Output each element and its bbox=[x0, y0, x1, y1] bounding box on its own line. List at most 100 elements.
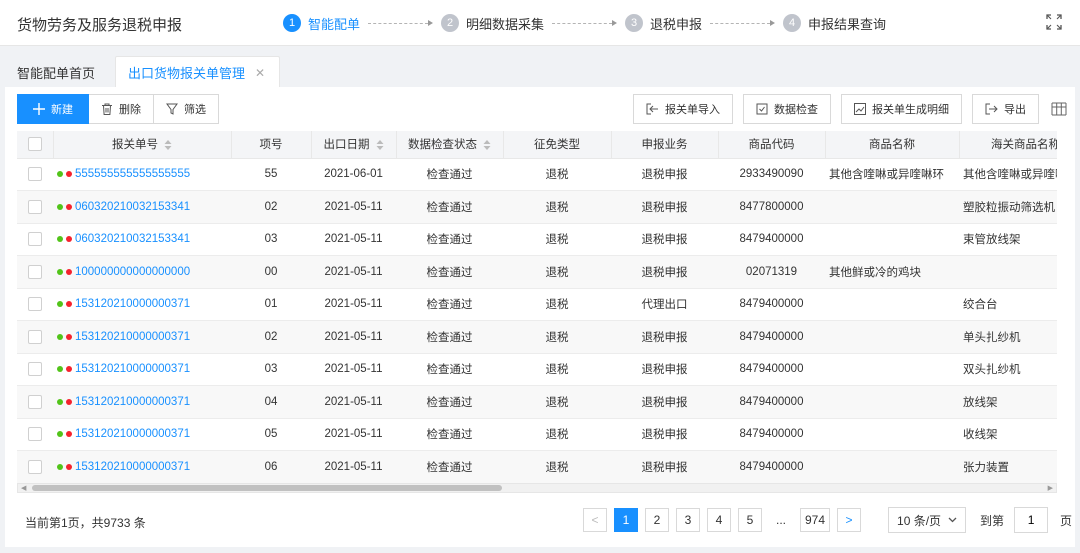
table-row[interactable]: 060320210032153341 02 2021-05-11 检查通过 退税 退税申报… bbox=[17, 190, 1057, 224]
horizontal-scrollbar[interactable]: ◀ ▶ bbox=[17, 483, 1057, 493]
tab-customs-declaration[interactable]: 出口货物报关单管理 ✕ bbox=[115, 56, 280, 88]
row-checkbox[interactable] bbox=[28, 427, 42, 442]
table-row[interactable]: 153120210000000371 03 2021-05-11 检查通过 退税 退税申报… bbox=[17, 353, 1057, 386]
declaration-link[interactable]: 153120210000000371 bbox=[75, 428, 190, 440]
expand-icon[interactable] bbox=[1046, 14, 1062, 30]
import-button[interactable]: 报关单导入 bbox=[633, 94, 733, 124]
page-4[interactable]: 4 bbox=[707, 508, 731, 532]
data-check-button[interactable]: 数据检查 bbox=[743, 94, 831, 124]
declaration-link[interactable]: 153120210000000371 bbox=[75, 461, 190, 473]
next-page-button[interactable]: > bbox=[837, 508, 862, 532]
plus-icon bbox=[33, 103, 45, 115]
cell-export-date: 2021-06-01 bbox=[311, 158, 396, 191]
data-check-button-label: 数据检查 bbox=[774, 104, 818, 116]
page-size-select[interactable]: 10 条/页 bbox=[888, 507, 967, 533]
scroll-right-icon[interactable]: ▶ bbox=[1048, 485, 1053, 493]
col-export-date[interactable]: 出口日期 bbox=[311, 131, 397, 159]
export-button[interactable]: 导出 bbox=[972, 94, 1039, 124]
row-checkbox[interactable] bbox=[28, 394, 42, 409]
col-check-status[interactable]: 数据检查状态 bbox=[396, 131, 504, 159]
step-3[interactable]: 3 退税申报 bbox=[625, 14, 702, 33]
filter-button[interactable]: 筛选 bbox=[154, 94, 219, 124]
declaration-link[interactable]: 060320210032153341 bbox=[75, 201, 190, 213]
sort-icon[interactable] bbox=[376, 140, 384, 151]
row-checkbox[interactable] bbox=[28, 264, 42, 279]
cell-declare-business: 退税申报 bbox=[611, 450, 718, 484]
declaration-link[interactable]: 153120210000000371 bbox=[75, 298, 190, 310]
step-2-label: 明细数据采集 bbox=[466, 16, 545, 32]
row-checkbox[interactable] bbox=[28, 459, 42, 474]
select-all-checkbox[interactable] bbox=[27, 137, 42, 152]
close-icon[interactable]: ✕ bbox=[255, 66, 265, 80]
export-button-label: 导出 bbox=[1004, 104, 1026, 116]
page-5[interactable]: 5 bbox=[738, 508, 762, 532]
cell-check-status: 检查通过 bbox=[396, 158, 503, 191]
new-button[interactable]: 新建 bbox=[17, 94, 89, 124]
column-settings-icon[interactable] bbox=[1051, 101, 1067, 117]
cell-exemption-type: 退税 bbox=[503, 385, 611, 419]
row-checkbox[interactable] bbox=[28, 199, 42, 214]
cell-declaration-no: 153120210000000371 bbox=[53, 450, 231, 484]
col-declaration-no[interactable]: 报关单号 bbox=[53, 131, 232, 159]
cell-goods-code: 8479400000 bbox=[718, 385, 825, 419]
row-checkbox[interactable] bbox=[28, 297, 42, 312]
cell-goods-code: 8479400000 bbox=[718, 223, 825, 256]
scrollbar-thumb[interactable] bbox=[32, 485, 502, 491]
table-row[interactable]: 100000000000000000 00 2021-05-11 检查通过 退税 退税申报… bbox=[17, 255, 1057, 289]
generate-detail-button-label: 报关单生成明细 bbox=[872, 104, 949, 116]
table-row[interactable]: 555555555555555555 55 2021-06-01 检查通过 退税 退税申报… bbox=[17, 158, 1057, 191]
step-4[interactable]: 4 申报结果查询 bbox=[783, 14, 886, 33]
page-last[interactable]: 974 bbox=[800, 508, 831, 532]
row-checkbox[interactable] bbox=[28, 329, 42, 344]
import-button-label: 报关单导入 bbox=[665, 104, 720, 116]
table-row[interactable]: 153120210000000371 06 2021-05-11 检查通过 退税 退税申报… bbox=[17, 450, 1057, 484]
prev-page-button[interactable]: < bbox=[583, 508, 607, 532]
table-row[interactable]: 153120210000000371 04 2021-05-11 检查通过 退税 退税申报… bbox=[17, 385, 1057, 419]
chart-icon bbox=[854, 103, 866, 115]
page-ellipsis[interactable]: ... bbox=[769, 508, 793, 532]
table-row[interactable]: 153120210000000371 05 2021-05-11 检查通过 退税 退税申报… bbox=[17, 418, 1057, 451]
step-1[interactable]: 1 智能配单 bbox=[283, 14, 360, 33]
tab-home[interactable]: 智能配单首页 bbox=[5, 56, 108, 88]
cell-check-status: 检查通过 bbox=[396, 385, 503, 419]
delete-button[interactable]: 删除 bbox=[89, 94, 154, 124]
declaration-link[interactable]: 153120210000000371 bbox=[75, 363, 190, 375]
cell-declaration-no: 555555555555555555 bbox=[53, 158, 231, 191]
step-connector bbox=[552, 20, 618, 26]
declaration-link[interactable]: 555555555555555555 bbox=[75, 168, 190, 180]
table-row[interactable]: 153120210000000371 02 2021-05-11 检查通过 退税 退税申报… bbox=[17, 320, 1057, 354]
goto-page-input[interactable] bbox=[1014, 507, 1049, 533]
sort-icon[interactable] bbox=[164, 140, 172, 151]
declaration-link[interactable]: 153120210000000371 bbox=[75, 396, 190, 408]
declaration-link[interactable]: 153120210000000371 bbox=[75, 331, 190, 343]
page-1[interactable]: 1 bbox=[614, 508, 638, 532]
step-2[interactable]: 2 明细数据采集 bbox=[441, 14, 544, 33]
cell-goods-name bbox=[825, 353, 959, 386]
select-all-cell bbox=[17, 131, 54, 159]
row-checkbox[interactable] bbox=[28, 362, 42, 377]
cell-export-date: 2021-05-11 bbox=[311, 288, 396, 321]
sort-icon[interactable] bbox=[483, 140, 491, 151]
row-checkbox[interactable] bbox=[28, 232, 42, 247]
cell-goods-name bbox=[825, 190, 959, 224]
cell-check-status: 检查通过 bbox=[396, 418, 503, 451]
declaration-link[interactable]: 100000000000000000 bbox=[75, 266, 190, 278]
cell-item-no: 04 bbox=[231, 385, 311, 419]
tab-bar: 智能配单首页 出口货物报关单管理 ✕ bbox=[0, 46, 1080, 88]
generate-detail-button[interactable]: 报关单生成明细 bbox=[841, 94, 962, 124]
table-row[interactable]: 153120210000000371 01 2021-05-11 检查通过 退税 代理出口… bbox=[17, 288, 1057, 321]
cell-declaration-no: 100000000000000000 bbox=[53, 255, 231, 289]
delete-button-label: 删除 bbox=[119, 104, 141, 116]
scroll-left-icon[interactable]: ◀ bbox=[21, 485, 26, 493]
cell-goods-code: 8479400000 bbox=[718, 353, 825, 386]
declaration-link[interactable]: 060320210032153341 bbox=[75, 233, 190, 245]
status-dot-red-icon bbox=[66, 398, 72, 405]
toolbar-right: 报关单导入 数据检查 报关单生成明细 导出 bbox=[623, 94, 1067, 124]
table-row[interactable]: 060320210032153341 03 2021-05-11 检查通过 退税 退税申报… bbox=[17, 223, 1057, 256]
page-2[interactable]: 2 bbox=[645, 508, 669, 532]
tab-active-label: 出口货物报关单管理 bbox=[128, 66, 246, 81]
status-dot-green-icon bbox=[57, 333, 63, 340]
page-3[interactable]: 3 bbox=[676, 508, 700, 532]
cell-item-no: 05 bbox=[231, 418, 311, 451]
row-checkbox[interactable] bbox=[28, 167, 42, 182]
